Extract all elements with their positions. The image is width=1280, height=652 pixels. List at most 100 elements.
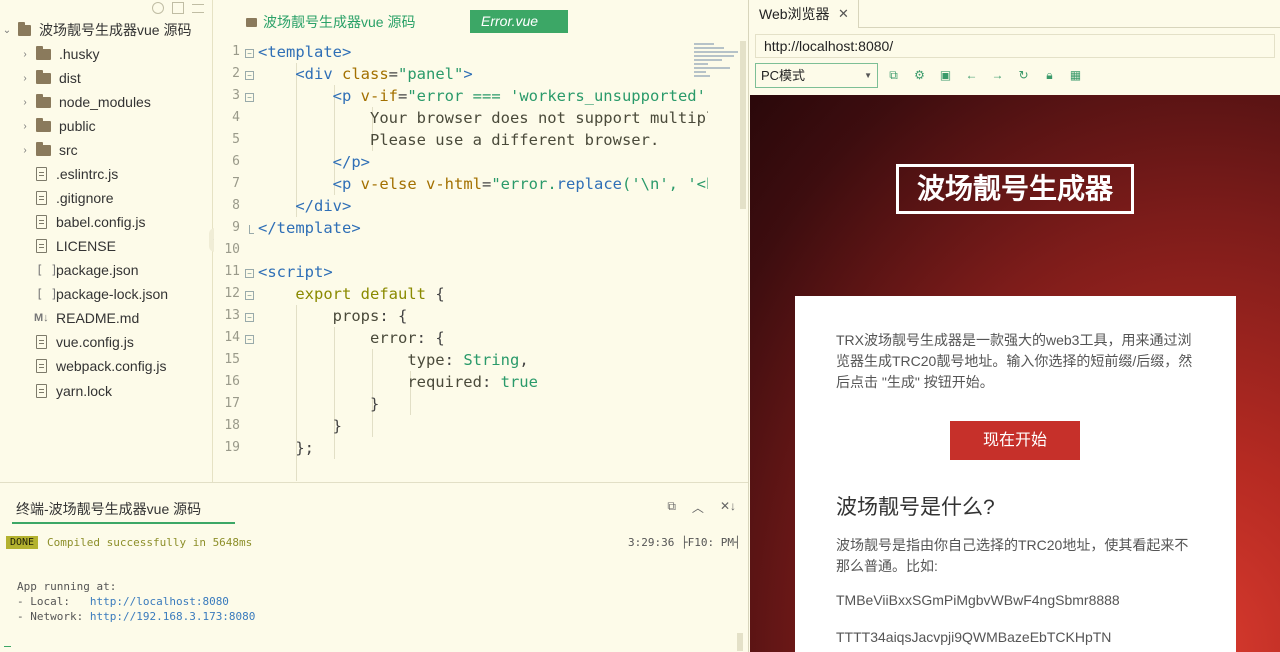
chevron-down-icon: ▼ xyxy=(864,71,872,80)
tree-item[interactable]: .eslintrc.js xyxy=(0,162,212,186)
code-line-14: error: { xyxy=(369,329,445,347)
code-line-8: </div> xyxy=(295,197,352,215)
example-address: TTTT34aiqsJacvpji9QWMBazeEbTCKHpTN xyxy=(836,629,1112,645)
tree-item-label: public xyxy=(59,118,96,134)
local-url-link[interactable]: http://localhost:8080 xyxy=(90,595,229,608)
console-icon[interactable]: ▣ xyxy=(939,66,952,84)
locate-file-icon[interactable] xyxy=(152,2,164,14)
line-number: 7 xyxy=(232,176,240,191)
lock-icon[interactable]: 🔒︎ xyxy=(1043,66,1056,84)
tab-web-browser[interactable]: Web浏览器 ✕ xyxy=(749,0,859,28)
folder-icon xyxy=(36,141,51,156)
code-line-5: Please use a different browser. xyxy=(369,131,660,149)
local-url-line: - Local: http://localhost:8080 xyxy=(17,595,229,608)
line-number: 19 xyxy=(224,440,240,455)
code-area[interactable]: <template> <div class="panel"> <p v-if="… xyxy=(258,41,708,481)
intro-text: TRX波场靓号生成器是一款强大的web3工具，用来通过浏览器生成TRC20靓号地… xyxy=(836,332,1193,390)
open-in-browser-icon[interactable]: ⧉ xyxy=(887,66,900,84)
tree-item[interactable]: babel.config.js xyxy=(0,210,212,234)
maximize-panel-icon[interactable]: ︿ xyxy=(692,499,704,516)
json-file-icon: [ ] xyxy=(36,287,58,301)
code-line-1: <template> xyxy=(258,43,352,61)
terminal-tab[interactable]: 终端-波场靓号生成器vue 源码 xyxy=(12,499,235,524)
line-number: 16 xyxy=(224,374,240,389)
device-mode-select[interactable]: PC模式 ▼ xyxy=(755,63,878,88)
minimap[interactable] xyxy=(694,41,742,101)
tree-item[interactable]: › public xyxy=(0,114,212,138)
tree-item[interactable]: › dist xyxy=(0,66,212,90)
line-number: 14 xyxy=(224,330,240,345)
fold-toggle-icon[interactable]: − xyxy=(245,269,254,278)
tree-item[interactable]: vue.config.js xyxy=(0,330,212,354)
network-url-link[interactable]: http://192.168.3.173:8080 xyxy=(90,610,256,623)
line-number: 13 xyxy=(224,308,240,323)
explorer-toolbar xyxy=(152,2,204,14)
line-number: 6 xyxy=(232,154,240,169)
content-card: TRX波场靓号生成器是一款强大的web3工具，用来通过浏览器生成TRC20靓号地… xyxy=(795,296,1236,652)
editor-tabbar: 波场靓号生成器vue 源码 Error.vue xyxy=(214,0,748,40)
tree-item[interactable]: › src xyxy=(0,138,212,162)
file-icon xyxy=(36,335,47,349)
tree-item-label: node_modules xyxy=(59,94,151,110)
line-number: 17 xyxy=(224,396,240,411)
tree-item[interactable]: LICENSE xyxy=(0,234,212,258)
refresh-icon[interactable]: ↻ xyxy=(1017,66,1030,84)
tree-root-label: 波场靓号生成器vue 源码 xyxy=(39,22,192,38)
explorer-menu-icon[interactable] xyxy=(192,4,204,13)
tree-item-label: dist xyxy=(59,70,81,86)
fold-toggle-icon[interactable]: − xyxy=(245,71,254,80)
close-panel-icon[interactable]: ✕↓ xyxy=(720,499,736,516)
open-external-icon[interactable]: ⧉ xyxy=(667,499,676,516)
fold-toggle-icon[interactable]: − xyxy=(245,291,254,300)
tree-item[interactable]: .gitignore xyxy=(0,186,212,210)
tree-item-label: vue.config.js xyxy=(56,334,134,350)
file-icon xyxy=(36,239,47,253)
fold-toggle-icon[interactable] xyxy=(249,225,254,234)
start-button[interactable]: 现在开始 xyxy=(950,421,1080,460)
close-icon[interactable]: ✕ xyxy=(838,0,849,28)
tree-item-label: yarn.lock xyxy=(56,383,113,399)
tree-item[interactable]: yarn.lock xyxy=(0,379,212,403)
folder-icon xyxy=(36,117,51,132)
tab-error-vue[interactable]: Error.vue xyxy=(470,10,568,33)
line-number: 1 xyxy=(232,44,240,59)
tree-item[interactable]: M↓ README.md xyxy=(0,306,212,330)
tree-item[interactable]: webpack.config.js xyxy=(0,354,212,378)
collapse-all-icon[interactable] xyxy=(172,2,184,14)
tree-item[interactable]: › node_modules xyxy=(0,90,212,114)
url-input[interactable]: http://localhost:8080/ xyxy=(755,34,1275,58)
line-number: 5 xyxy=(232,132,240,147)
devtools-icon[interactable]: ⚙ xyxy=(913,66,926,84)
back-arrow-icon[interactable]: ← xyxy=(965,66,978,84)
editor-scrollbar[interactable] xyxy=(740,41,746,209)
tree-item[interactable]: [ ] package.json xyxy=(0,258,212,282)
chevron-right-icon: › xyxy=(23,48,27,60)
tree-item[interactable]: › .husky xyxy=(0,42,212,66)
line-number: 8 xyxy=(232,198,240,213)
compile-time: 3:29:36 ├F10: PM┤ xyxy=(628,536,741,549)
web-browser-panel: Web浏览器 ✕ http://localhost:8080/ PC模式 ▼ ⧉… xyxy=(748,0,1280,652)
tree-item-label: package.json xyxy=(56,262,139,278)
fold-toggle-icon[interactable]: − xyxy=(245,335,254,344)
fold-toggle-icon[interactable]: − xyxy=(245,313,254,322)
tree-item-label: README.md xyxy=(56,310,140,326)
qr-code-icon[interactable]: ▦ xyxy=(1069,66,1082,84)
tree-item[interactable]: [ ] package-lock.json xyxy=(0,282,212,306)
file-icon xyxy=(36,359,47,373)
terminal-scrollbar[interactable] xyxy=(737,633,743,651)
code-line-9: </template> xyxy=(258,219,361,237)
tree-item-label: .eslintrc.js xyxy=(56,166,119,182)
code-line-4: Your browser does not support multiple w… xyxy=(369,109,708,127)
section-heading: 波场靓号是什么? xyxy=(836,496,995,519)
fold-toggle-icon[interactable]: − xyxy=(245,93,254,102)
chevron-right-icon: › xyxy=(23,72,27,84)
terminal-cursor xyxy=(4,646,11,647)
fold-toggle-icon[interactable]: − xyxy=(245,49,254,58)
breadcrumb[interactable]: 波场靓号生成器vue 源码 xyxy=(246,12,415,32)
markdown-file-icon: M↓ xyxy=(34,312,49,324)
file-icon xyxy=(36,384,47,398)
tree-item-label: .gitignore xyxy=(56,190,114,206)
tree-root-folder[interactable]: ⌄ 波场靓号生成器vue 源码 xyxy=(0,18,212,42)
forward-arrow-icon[interactable]: → xyxy=(991,66,1004,84)
code-line-3: <p v-if="error === 'workers_unsupported'… xyxy=(332,87,708,105)
